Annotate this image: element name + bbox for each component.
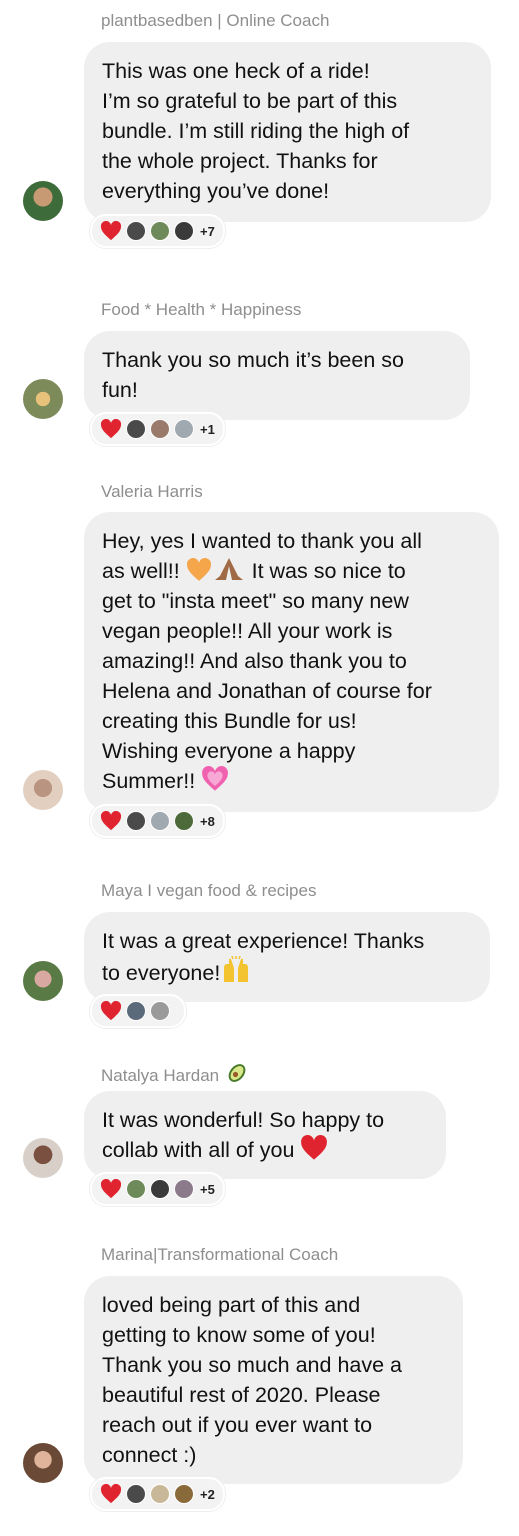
message-line: vegan people!! All your work is [102,619,393,643]
message-text: Summer!! [102,769,202,793]
reactor-avatar [174,221,194,241]
message-line: It was a great experience! Thanks [102,929,425,953]
message-line: It was wonderful! So happy to [102,1108,385,1132]
message-bubble[interactable]: Thank you so much it’s been so fun! [84,331,470,420]
reactor-avatar [126,1001,146,1021]
reactor-avatar [174,419,194,439]
message-bubble[interactable]: loved being part of this and getting to … [84,1276,463,1484]
message-line: fun! [102,378,138,402]
red-heart-icon [100,1484,122,1504]
reactor-avatar [150,419,170,439]
sender-name[interactable]: Maya I vegan food & recipes [101,881,316,901]
message-text: as well!! [102,559,186,583]
sender-name[interactable]: Valeria Harris [101,482,203,502]
message-bubble[interactable]: This was one heck of a ride! I’m so grat… [84,42,491,222]
message-text: collab with all of you [102,1138,301,1162]
reaction-count: +7 [200,223,215,239]
sender-name[interactable]: Natalya Hardan [101,1061,249,1086]
avatar[interactable] [23,1138,63,1178]
reactor-avatar [126,221,146,241]
reactor-avatar [150,1001,170,1021]
message-line: Summer!! [102,766,483,796]
message-line: as well!! It was so nice to [102,556,483,586]
red-heart-icon [100,811,122,831]
message-line: getting to know some of you! [102,1323,376,1347]
reactions-bar[interactable] [90,994,186,1028]
reactor-avatar [150,221,170,241]
red-heart-icon [100,221,122,241]
reactor-avatar [126,1179,146,1199]
avatar[interactable] [23,181,63,221]
avatar[interactable] [23,379,63,419]
red-heart-icon [301,1135,328,1160]
message-line: Thank you so much and have a [102,1353,402,1377]
message-line: to everyone! [102,956,474,988]
message-line: reach out if you ever want to [102,1413,373,1437]
reactions-bar[interactable]: +8 [90,804,225,838]
reactor-avatar [126,419,146,439]
message-line: amazing!! And also thank you to [102,649,407,673]
reactions-bar[interactable]: +5 [90,1172,225,1206]
message-line: get to "insta meet" so many new [102,589,409,613]
message-text: to everyone! [102,961,221,985]
message-bubble[interactable]: It was wonderful! So happy to collab wit… [84,1091,446,1179]
reaction-count: +8 [200,813,215,829]
sender-name[interactable]: plantbasedben | Online Coach [101,11,329,31]
reaction-count: +1 [200,421,215,437]
reactor-avatar [174,811,194,831]
red-heart-icon [100,419,122,439]
message-line: bundle. I’m still riding the high of [102,119,410,143]
sender-name[interactable]: Food * Health * Happiness [101,300,301,320]
message-bubble[interactable]: It was a great experience! Thanks to eve… [84,912,490,1002]
orange-heart-icon [186,558,211,581]
message-line: Wishing everyone a happy [102,739,356,763]
reaction-count: +5 [200,1181,215,1197]
reaction-count: +2 [200,1486,215,1502]
message-line: collab with all of you [102,1135,430,1165]
message-text: It was so nice to [245,559,406,583]
reactor-avatar [126,811,146,831]
reactions-bar[interactable]: +1 [90,412,225,446]
message-line: Thank you so much it’s been so [102,348,404,372]
reactor-avatar [126,1484,146,1504]
avatar[interactable] [23,770,63,810]
message-line: connect :) [102,1443,197,1467]
message-line: everything you’ve done! [102,179,330,203]
message-line: loved being part of this and [102,1293,361,1317]
message-bubble[interactable]: Hey, yes I wanted to thank you all as we… [84,512,499,812]
reactor-avatar [174,1179,194,1199]
red-heart-icon [100,1179,122,1199]
folded-hands-icon [214,558,243,580]
reactor-avatar [174,1484,194,1504]
message-line: Helena and Jonathan of course for [102,679,432,703]
raising-hands-icon [224,956,249,982]
message-line: creating this Bundle for us! [102,709,357,733]
message-line: the whole project. Thanks for [102,149,378,173]
message-line: beautiful rest of 2020. Please [102,1383,381,1407]
message-line: Hey, yes I wanted to thank you all [102,529,422,553]
reactor-avatar [150,1484,170,1504]
message-line: This was one heck of a ride! [102,59,370,83]
sender-name[interactable]: Marina|Transformational Coach [101,1245,338,1265]
avocado-icon [228,1064,246,1082]
sparkling-heart-icon [202,766,229,791]
reactor-avatar [150,811,170,831]
red-heart-icon [100,1001,122,1021]
reactor-avatar [150,1179,170,1199]
message-line: I’m so grateful to be part of this [102,89,398,113]
avatar[interactable] [23,961,63,1001]
reactions-bar[interactable]: +7 [90,214,225,248]
sender-name-text: Natalya Hardan [101,1066,220,1085]
avatar[interactable] [23,1443,63,1483]
reactions-bar[interactable]: +2 [90,1477,225,1511]
